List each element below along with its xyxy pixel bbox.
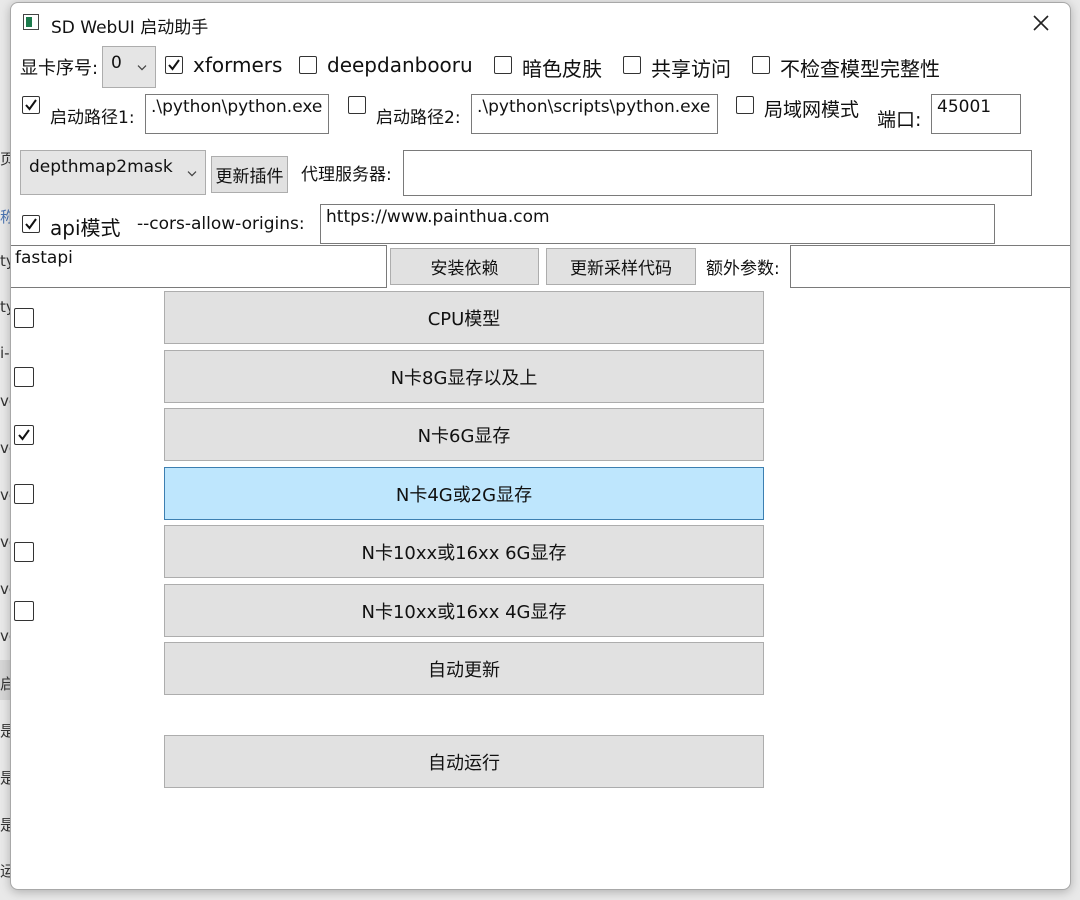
title-bar[interactable]: SD WebUI 启动助手 bbox=[11, 3, 1070, 43]
nvidia-8g-button[interactable]: N卡8G显存以及上 bbox=[164, 350, 764, 403]
deepdanbooru-checkbox[interactable] bbox=[299, 56, 317, 74]
close-icon bbox=[1033, 15, 1049, 31]
port-input[interactable]: 45001 bbox=[931, 94, 1021, 134]
proxy-label: 代理服务器: bbox=[301, 165, 392, 185]
path1-input[interactable]: .\python\python.exe bbox=[145, 94, 329, 134]
nvidia-8g-checkbox[interactable] bbox=[14, 367, 34, 387]
auto-update-button[interactable]: 自动更新 bbox=[164, 642, 764, 695]
nvidia-4g-2g-checkbox[interactable] bbox=[14, 484, 34, 504]
nvidia-10xx-6g-button[interactable]: N卡10xx或16xx 6G显存 bbox=[164, 525, 764, 578]
gpu-index-label: 显卡序号: bbox=[20, 58, 99, 79]
path2-checkbox[interactable] bbox=[348, 96, 366, 114]
path2-label: 启动路径2: bbox=[376, 108, 461, 128]
close-button[interactable] bbox=[1018, 5, 1064, 41]
share-access-checkbox[interactable] bbox=[623, 56, 641, 74]
deepdanbooru-label: deepdanbooru bbox=[327, 53, 473, 77]
path2-input[interactable]: .\python\scripts\python.exe bbox=[471, 94, 718, 134]
checkmark-icon bbox=[18, 429, 30, 441]
dark-skin-label: 暗色皮肤 bbox=[522, 57, 602, 81]
nvidia-10xx-4g-checkbox[interactable] bbox=[14, 601, 34, 621]
gpu-index-select[interactable]: 0 bbox=[102, 46, 156, 88]
cpu-model-button[interactable]: CPU模型 bbox=[164, 291, 764, 344]
api-mode-label: api模式 bbox=[50, 216, 121, 240]
cpu-mode-checkbox[interactable] bbox=[14, 308, 34, 328]
path1-label: 启动路径1: bbox=[50, 108, 135, 128]
nvidia-4g-2g-button[interactable]: N卡4G或2G显存 bbox=[164, 467, 764, 520]
lan-mode-label: 局域网模式 bbox=[764, 99, 860, 121]
window-title: SD WebUI 启动助手 bbox=[51, 18, 209, 38]
chevron-down-icon bbox=[137, 65, 147, 71]
plugin-select-value: depthmap2mask bbox=[29, 157, 173, 177]
cors-label: --cors-allow-origins: bbox=[137, 214, 305, 234]
chevron-down-icon bbox=[187, 170, 197, 176]
nvidia-10xx-6g-checkbox[interactable] bbox=[14, 542, 34, 562]
extra-args-input[interactable] bbox=[790, 245, 1070, 288]
xformers-checkbox[interactable] bbox=[165, 56, 183, 74]
auto-run-button[interactable]: 自动运行 bbox=[164, 735, 764, 788]
nvidia-6g-button[interactable]: N卡6G显存 bbox=[164, 408, 764, 461]
nvidia-10xx-4g-button[interactable]: N卡10xx或16xx 4G显存 bbox=[164, 584, 764, 637]
plugin-select[interactable]: depthmap2mask bbox=[20, 150, 206, 195]
port-label: 端口: bbox=[877, 109, 922, 131]
install-deps-button[interactable]: 安装依赖 bbox=[390, 248, 539, 285]
update-plugin-button[interactable]: 更新插件 bbox=[211, 156, 288, 193]
checkmark-icon bbox=[25, 218, 37, 230]
checkmark-icon bbox=[168, 59, 180, 71]
checkmark-icon bbox=[25, 99, 37, 111]
xformers-label: xformers bbox=[193, 53, 283, 77]
skip-model-check-checkbox[interactable] bbox=[752, 56, 770, 74]
share-access-label: 共享访问 bbox=[651, 57, 731, 81]
lan-mode-checkbox[interactable] bbox=[736, 96, 754, 114]
path1-checkbox[interactable] bbox=[22, 96, 40, 114]
proxy-input[interactable] bbox=[403, 150, 1032, 196]
extra-args-label: 额外参数: bbox=[706, 259, 780, 279]
dark-skin-checkbox[interactable] bbox=[494, 56, 512, 74]
launcher-window: SD WebUI 启动助手 显卡序号: 0 xformers deepdanbo… bbox=[10, 2, 1071, 890]
nvidia-6g-checkbox[interactable] bbox=[14, 425, 34, 445]
dependency-input[interactable]: fastapi bbox=[11, 245, 387, 288]
cors-input[interactable]: https://www.painthua.com bbox=[320, 204, 995, 244]
update-sampler-button[interactable]: 更新采样代码 bbox=[546, 248, 696, 285]
app-icon bbox=[23, 14, 39, 30]
skip-model-check-label: 不检查模型完整性 bbox=[780, 57, 940, 81]
gpu-index-value: 0 bbox=[111, 53, 122, 73]
api-mode-checkbox[interactable] bbox=[22, 215, 40, 233]
